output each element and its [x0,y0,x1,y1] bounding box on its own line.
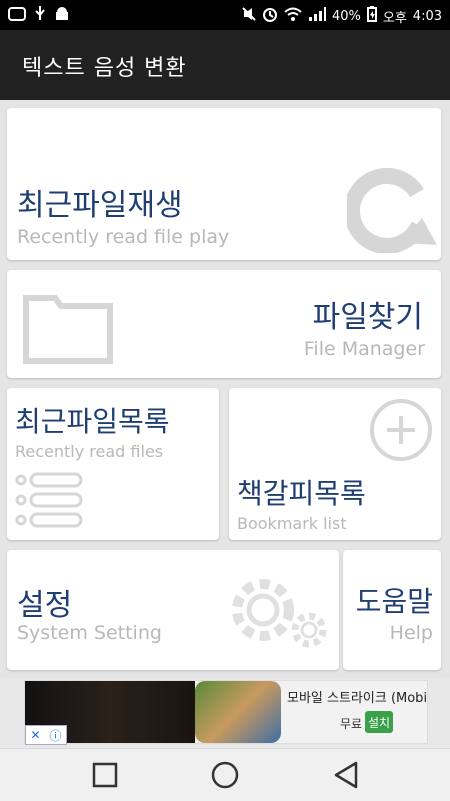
help-subtitle: Help [389,622,433,644]
wifi-icon [284,7,302,25]
bookmark-subtitle: Bookmark list [237,514,347,533]
bookmark-title: 책갈피목록 [237,477,366,510]
android-icon [54,7,70,25]
help-tile[interactable]: 도움말 Help [343,550,441,670]
back-button[interactable] [333,761,359,793]
time-prefix: 오후 [382,10,407,26]
navigation-bar [0,748,450,801]
battery-percent: 40% [331,8,361,24]
ad-app-thumbnail[interactable] [195,681,281,743]
file-manager-subtitle: File Manager [303,338,425,360]
battery-icon [366,6,377,26]
file-manager-title: 파일찾기 [312,300,423,335]
clock: 4:03 [412,8,442,24]
recent-files-subtitle: Recently read files [15,442,164,461]
status-bar: 40% 오후 4:03 [0,0,450,30]
app-bar: 텍스트 음성 변환 [0,30,450,100]
settings-subtitle: System Setting [17,622,162,644]
add-icon [369,398,433,466]
ad-close-icon[interactable]: ✕ [30,728,40,742]
mute-icon [242,7,256,25]
bookmark-tile[interactable]: 책갈피목록 Bookmark list [229,388,441,540]
app-notification-icon [8,7,26,25]
list-icon [15,472,85,532]
ad-install-button[interactable]: 설치 [365,711,393,733]
settings-tile[interactable]: 설정 System Setting [7,550,339,670]
signal-icon [308,7,326,25]
recents-button[interactable] [92,762,118,792]
recent-play-title: 최근파일재생 [17,188,183,223]
ad-price: 무료 [340,717,363,731]
recent-play-tile[interactable]: 최근파일재생 Recently read file play [7,108,441,260]
refresh-icon [344,163,437,257]
alarm-icon [262,6,278,26]
recent-files-title: 최근파일목록 [15,405,170,438]
app-title: 텍스트 음성 변환 [22,56,187,81]
help-title: 도움말 [355,585,433,618]
ad-title[interactable]: 모바일 스트라이크 (Mobi... [287,687,427,706]
usb-icon [34,6,46,26]
recent-files-tile[interactable]: 최근파일목록 Recently read files [7,388,219,540]
folder-icon [23,288,113,368]
settings-title: 설정 [17,588,73,623]
main-content: 최근파일재생 Recently read file play 파일찾기 File… [0,100,450,678]
ad-info-icon[interactable]: ⓘ [49,727,61,744]
recent-play-subtitle: Recently read file play [17,226,230,248]
ad-banner[interactable]: 모바일 스트라이크 (Mobi... 무료 설치 ✕ ⓘ [24,680,428,745]
gear-icon [225,574,335,658]
home-button[interactable] [211,761,239,793]
ad-choices[interactable]: ✕ ⓘ [25,725,67,745]
file-manager-tile[interactable]: 파일찾기 File Manager [7,270,441,378]
